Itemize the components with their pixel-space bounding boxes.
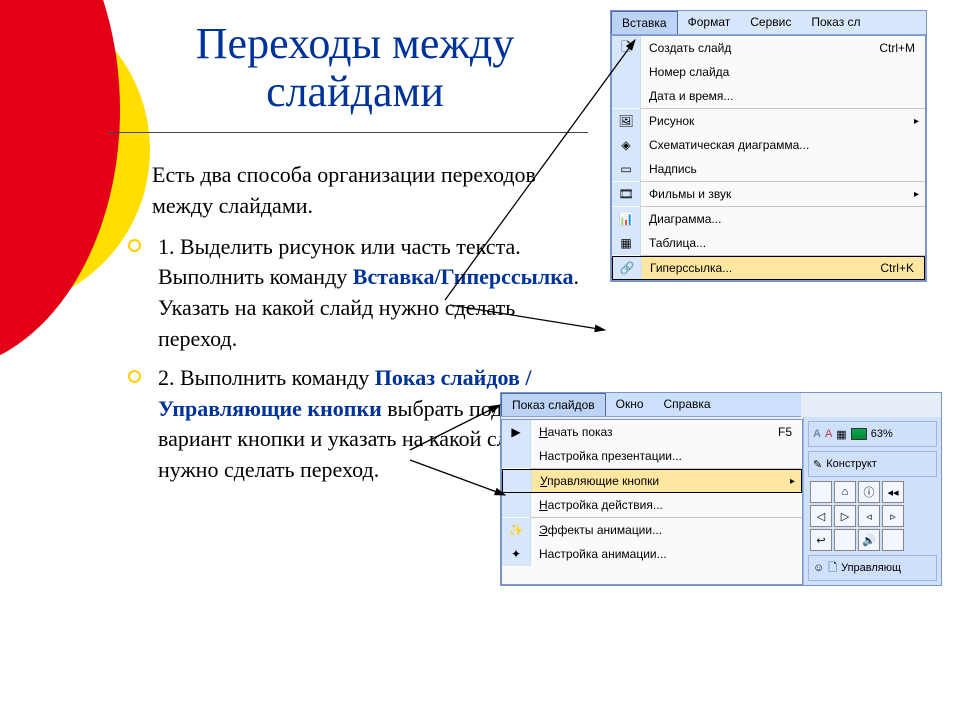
blank — [502, 493, 531, 517]
menu-item-label: Создать слайд — [641, 41, 879, 55]
menu-item-схематическая-диаграмма[interactable]: ◈Схематическая диаграмма... — [612, 133, 925, 157]
sparkle-icon: ✨ — [502, 518, 531, 542]
slideshow-menu-screenshot: Показ слайдовОкноСправка ▶Начать показF5… — [500, 392, 942, 586]
anim-icon: ✦ — [502, 542, 531, 566]
action-button-shape-3[interactable]: ◂◂ — [882, 481, 904, 503]
menu-tab-формат[interactable]: Формат — [678, 11, 741, 34]
action-button-shape-4[interactable]: ◁ — [810, 505, 832, 527]
menu-item-label: Настройка презентации... — [531, 449, 802, 463]
menu-item-label: Эффекты анимации... — [531, 523, 802, 537]
menu-item-управляющие-кнопки[interactable]: Управляющие кнопки▸ — [502, 469, 802, 493]
menu-item-фильмы-и-звук[interactable]: 🎞Фильмы и звук▸ — [612, 182, 925, 206]
action-button-shape-0[interactable] — [810, 481, 832, 503]
menu-item-создать-слайд[interactable]: 🗋Создать слайдCtrl+M — [612, 36, 925, 60]
palette-caption: Управляющ — [841, 562, 901, 574]
list-item-1: 1. Выделить рисунок или часть текста. Вы… — [112, 232, 592, 355]
menu-shortcut: F5 — [778, 425, 802, 439]
menu-item-label: Схематическая диаграмма... — [641, 138, 925, 152]
decoration-red-circle — [0, 0, 120, 370]
menu-tab-справка[interactable]: Справка — [654, 393, 721, 416]
grid-icon[interactable]: ▦ — [836, 428, 846, 441]
color-swatch[interactable] — [851, 428, 867, 440]
diagram-icon: ◈ — [612, 133, 641, 157]
slide-title: Переходы между слайдами — [120, 20, 590, 117]
intro-text: Есть два способа организации переходов м… — [112, 160, 592, 222]
action-button-shape-5[interactable]: ▷ — [834, 505, 856, 527]
menu-item-label: Рисунок — [641, 114, 925, 128]
picture-icon: 🖼 — [612, 109, 641, 133]
design-icon[interactable]: ✎ — [813, 458, 822, 471]
submenu-arrow-icon: ▸ — [914, 116, 919, 127]
smiley-icon[interactable]: ☺ — [813, 562, 824, 574]
action-button-shape-7[interactable]: ▹ — [882, 505, 904, 527]
blank — [502, 444, 531, 468]
menu-item-эффекты-анимации[interactable]: ✨Эффекты анимации... — [502, 518, 802, 542]
action-button-shape-11[interactable] — [882, 529, 904, 551]
action-button-shape-1[interactable]: ⌂ — [834, 481, 856, 503]
movie-icon: 🎞 — [612, 182, 641, 206]
play-icon: ▶ — [502, 420, 531, 444]
blank — [612, 60, 641, 84]
bullet-icon — [128, 239, 141, 252]
page-icon[interactable]: 🗋 — [828, 559, 837, 578]
chart-icon: 📊 — [612, 207, 641, 231]
menu-item-рисунок[interactable]: 🖼Рисунок▸ — [612, 109, 925, 133]
menu-item-номер-слайда[interactable]: Номер слайда — [612, 60, 925, 84]
menu-tab-окно[interactable]: Окно — [606, 393, 654, 416]
title-divider — [108, 132, 588, 133]
action-button-shape-8[interactable]: ↩ — [810, 529, 832, 551]
bullet-icon — [128, 370, 141, 383]
menu-tab-сервис[interactable]: Сервис — [740, 11, 801, 34]
menu-item-label: Фильмы и звук — [641, 187, 925, 201]
menu-item-начать-показ[interactable]: ▶Начать показF5 — [502, 420, 802, 444]
menu-item-label: Номер слайда — [641, 65, 925, 79]
action-button-shape-10[interactable]: 🔊 — [858, 529, 880, 551]
menu-tab-показ-сл[interactable]: Показ сл — [801, 11, 870, 34]
menu-tab-показ-слайдов[interactable]: Показ слайдов — [501, 393, 606, 416]
menu-item-диаграмма[interactable]: 📊Диаграмма... — [612, 207, 925, 231]
menu-item-label: Начать показ — [531, 425, 778, 439]
menu-tab-вставка[interactable]: Вставка — [611, 11, 678, 34]
textbox-icon: ▭ — [612, 157, 641, 181]
action-button-shape-9[interactable] — [834, 529, 856, 551]
menu-item-настройка-презентации[interactable]: Настройка презентации... — [502, 444, 802, 468]
blank — [503, 470, 532, 492]
menu-item-дата-и-время[interactable]: Дата и время... — [612, 84, 925, 108]
item1-command: Вставка/Гиперссылка — [353, 264, 574, 289]
zoom-value[interactable]: 63% — [871, 428, 893, 440]
menu-item-label: Настройка действия... — [531, 498, 802, 512]
insert-menu-screenshot: ВставкаФорматСервисПоказ сл 🗋Создать сла… — [610, 10, 927, 282]
item2-pre: 2. Выполнить команду — [158, 365, 375, 390]
menu-shortcut: Ctrl+M — [879, 41, 925, 55]
design-label[interactable]: Конструкт — [826, 458, 877, 470]
slide-icon: 🗋 — [612, 36, 641, 60]
menu-item-label: Настройка анимации... — [531, 547, 802, 561]
blank — [612, 84, 641, 108]
menu-item-label: Гиперссылка... — [642, 261, 880, 275]
menu-item-гиперссылка[interactable]: 🔗Гиперссылка...Ctrl+K — [612, 256, 925, 280]
menu-item-label: Таблица... — [641, 236, 925, 250]
menu-item-надпись[interactable]: ▭Надпись — [612, 157, 925, 181]
menu-item-таблица[interactable]: ▦Таблица... — [612, 231, 925, 255]
menu-item-настройка-анимации[interactable]: ✦Настройка анимации... — [502, 542, 802, 566]
action-button-shape-2[interactable]: ⓘ — [858, 481, 880, 503]
menu-item-label: Диаграмма... — [641, 212, 925, 226]
menu-item-label: Управляющие кнопки — [532, 474, 801, 488]
menu-item-label: Дата и время... — [641, 89, 925, 103]
action-button-shape-6[interactable]: ◃ — [858, 505, 880, 527]
menu-item-настройка-действия[interactable]: Настройка действия... — [502, 493, 802, 517]
link-icon: 🔗 — [613, 257, 642, 279]
submenu-arrow-icon: ▸ — [790, 476, 795, 487]
table-icon: ▦ — [612, 231, 641, 255]
menu-shortcut: Ctrl+K — [880, 261, 924, 275]
font-size-icon[interactable]: A — [813, 428, 821, 440]
menu-item-label: Надпись — [641, 162, 925, 176]
submenu-arrow-icon: ▸ — [914, 189, 919, 200]
